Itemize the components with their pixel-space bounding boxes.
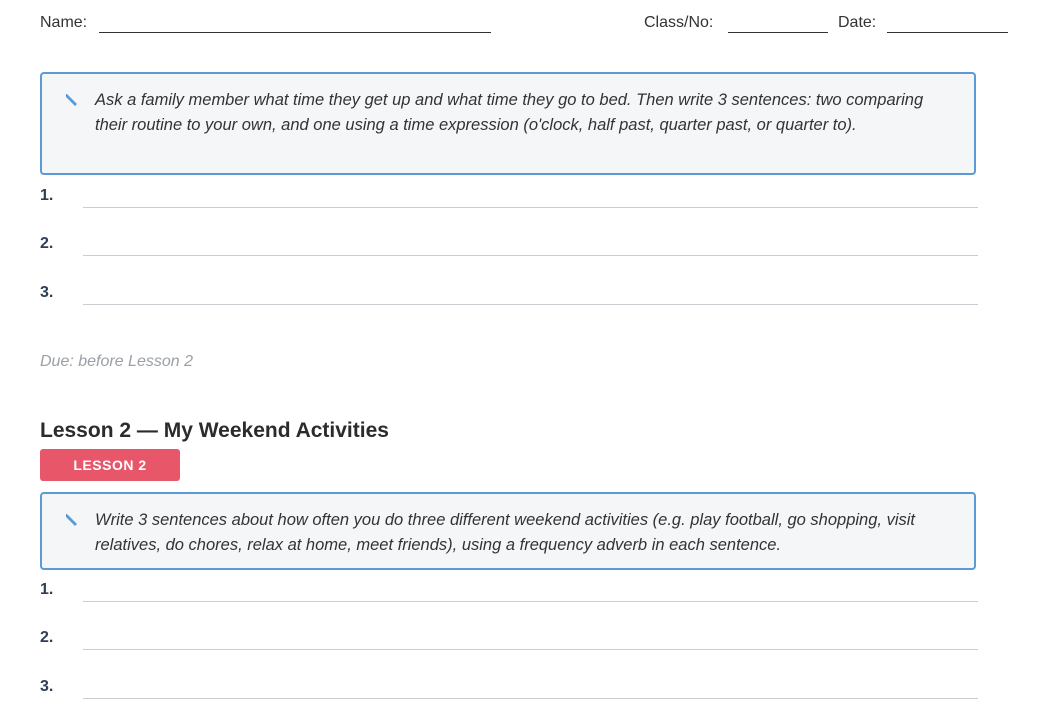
lesson-badge: LESSON 2 — [40, 449, 180, 481]
answer-line-2[interactable]: 2. — [40, 629, 978, 657]
answer-rule[interactable] — [83, 698, 978, 699]
task-instruction-box-1: Ask a family member what time they get u… — [40, 72, 976, 175]
task-instruction-box-2: Write 3 sentences about how often you do… — [40, 492, 976, 570]
answer-number: 1. — [40, 187, 54, 204]
answer-line-1[interactable]: 1. — [40, 187, 978, 215]
task-instruction-text: Write 3 sentences about how often you do… — [95, 511, 915, 554]
worksheet-page: Name: Class/No: Date: Ask a family membe… — [0, 0, 1054, 715]
answer-number: 2. — [40, 235, 54, 252]
answer-line-3[interactable]: 3. — [40, 678, 978, 706]
pencil-icon — [66, 514, 77, 526]
class-no-field[interactable] — [728, 32, 828, 33]
task-instruction-text: Ask a family member what time they get u… — [95, 91, 924, 134]
student-info-header: Name: Class/No: Date: — [40, 12, 1008, 36]
answer-number: 2. — [40, 629, 54, 646]
answer-rule[interactable] — [83, 255, 978, 256]
answer-rule[interactable] — [83, 601, 978, 602]
answer-rule[interactable] — [83, 649, 978, 650]
answer-number: 3. — [40, 284, 54, 301]
answer-line-2[interactable]: 2. — [40, 235, 978, 263]
answer-rule[interactable] — [83, 207, 978, 208]
date-label: Date: — [838, 14, 877, 31]
lesson-title: Lesson 2 — My Weekend Activities — [40, 419, 389, 442]
answer-rule[interactable] — [83, 304, 978, 305]
answer-number: 3. — [40, 678, 54, 695]
answer-number: 1. — [40, 581, 54, 598]
class-no-label: Class/No: — [644, 14, 714, 31]
pencil-icon — [66, 94, 77, 106]
name-field[interactable] — [99, 32, 491, 33]
answer-line-3[interactable]: 3. — [40, 284, 978, 312]
name-label: Name: — [40, 14, 88, 31]
date-field[interactable] — [887, 32, 1008, 33]
answer-line-1[interactable]: 1. — [40, 581, 978, 609]
due-note: Due: before Lesson 2 — [40, 353, 193, 370]
